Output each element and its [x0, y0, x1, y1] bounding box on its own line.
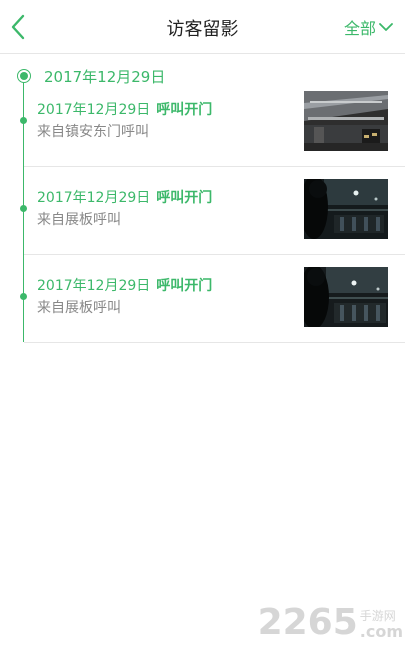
visitor-record-1[interactable]: 2017年12月29日 呼叫开门 来自镇安东门呼叫: [20, 79, 405, 167]
filter-label: 全部: [343, 19, 376, 38]
record-title: 2017年12月29日 呼叫开门: [37, 187, 212, 207]
record-source: 来自展板呼叫: [37, 300, 121, 316]
record-title: 2017年12月29日 呼叫开门: [37, 275, 212, 295]
photo-image: [304, 179, 388, 239]
record-action: 呼叫开门: [156, 102, 213, 118]
chevron-down-icon: [379, 23, 393, 31]
record-source: 来自镇安东门呼叫: [37, 124, 149, 140]
record-source: 来自展板呼叫: [37, 212, 121, 228]
record-action: 呼叫开门: [156, 278, 213, 294]
record-action: 呼叫开门: [156, 190, 213, 206]
visitor-photo-thumbnail[interactable]: [304, 91, 388, 151]
site-watermark: 2265 手游网 .com: [258, 605, 403, 641]
filter-dropdown[interactable]: 全部: [344, 16, 393, 38]
record-date: 2017年12月29日: [37, 102, 151, 118]
record-date: 2017年12月29日: [37, 278, 151, 294]
visitor-record-2[interactable]: 2017年12月29日 呼叫开门 来自展板呼叫: [20, 167, 405, 255]
timeline-dot: [20, 205, 27, 212]
photo-image: [304, 267, 388, 327]
top-bar: 访客留影 全部: [0, 0, 405, 54]
record-title: 2017年12月29日 呼叫开门: [37, 99, 212, 119]
photo-image: [304, 91, 388, 151]
timeline-dot: [20, 117, 27, 124]
record-date: 2017年12月29日: [37, 190, 151, 206]
visitor-record-3[interactable]: 2017年12月29日 呼叫开门 来自展板呼叫: [20, 255, 405, 343]
watermark-number: 2265: [257, 602, 358, 643]
visitor-photo-thumbnail[interactable]: [304, 179, 388, 239]
watermark-cn: 手游网: [359, 609, 396, 623]
watermark-domain: .com: [359, 622, 403, 641]
timeline-dot: [20, 293, 27, 300]
visitor-photo-thumbnail[interactable]: [304, 267, 388, 327]
